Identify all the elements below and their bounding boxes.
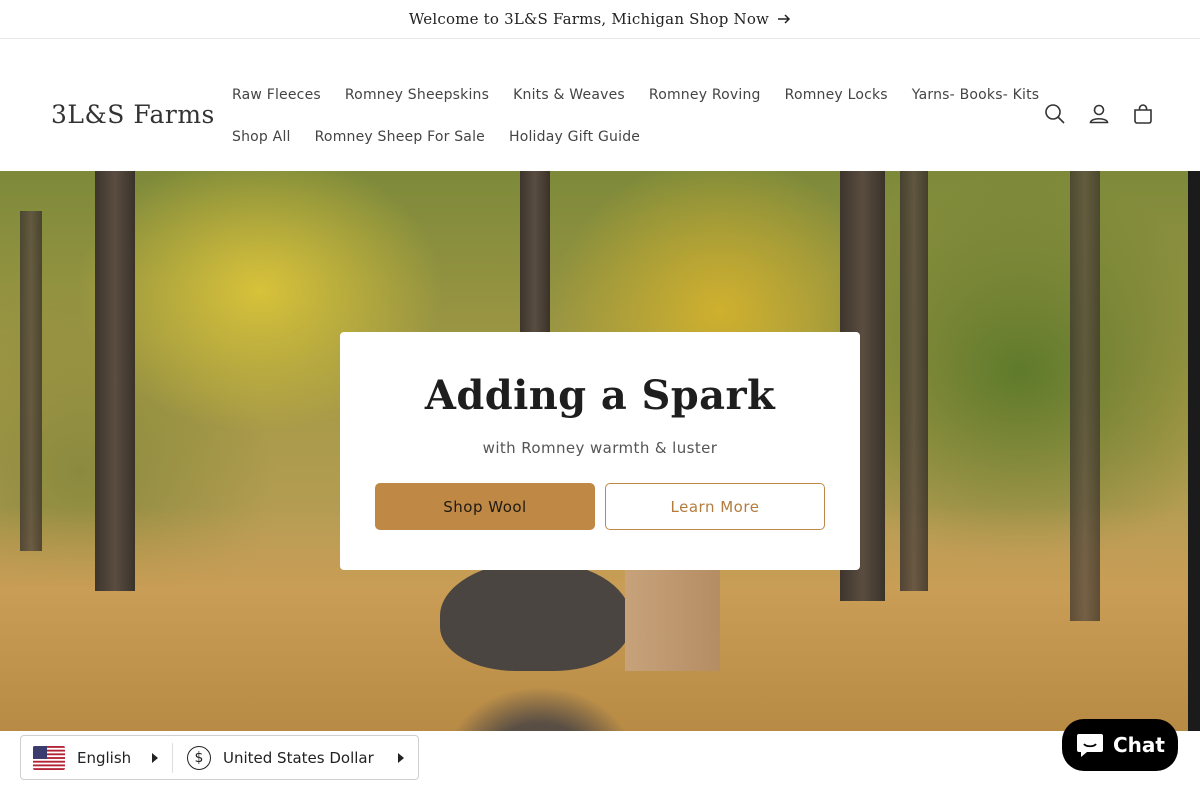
caret-right-icon: [152, 752, 158, 763]
learn-more-button[interactable]: Learn More: [605, 483, 825, 530]
main-nav: Raw Fleeces Romney Sheepskins Knits & We…: [220, 74, 1039, 158]
nav-item-yarns-books-kits[interactable]: Yarns- Books- Kits: [900, 87, 1051, 103]
announcement-text: Welcome to 3L&S Farms, Michigan Shop Now: [408, 10, 770, 28]
hero-title: Adding a Spark: [424, 372, 776, 419]
currency-selector[interactable]: $ United States Dollar: [173, 743, 418, 773]
cart-icon: [1134, 104, 1152, 124]
account-button[interactable]: [1087, 102, 1111, 126]
announcement-bar: Welcome to 3L&S Farms, Michigan Shop Now: [0, 0, 1200, 39]
tree-trunk: [520, 171, 550, 341]
nav-row-1: Raw Fleeces Romney Sheepskins Knits & We…: [220, 74, 1039, 116]
hero-card: Adding a Spark with Romney warmth & lust…: [340, 332, 860, 570]
site-logo[interactable]: 3L&S Farms: [51, 100, 215, 129]
nav-item-romney-sheepskins[interactable]: Romney Sheepskins: [333, 87, 501, 103]
shop-wool-button[interactable]: Shop Wool: [375, 483, 595, 530]
header-icons: [1043, 102, 1155, 126]
hero-banner: Adding a Spark with Romney warmth & lust…: [0, 171, 1200, 731]
sheep-silhouette: [440, 561, 630, 671]
announcement-link[interactable]: Welcome to 3L&S Farms, Michigan Shop Now: [409, 10, 791, 28]
hero-subtitle: with Romney warmth & luster: [482, 439, 718, 457]
language-selector[interactable]: English: [21, 742, 173, 773]
tree-trunk: [95, 171, 135, 591]
nav-item-romney-sheep-for-sale[interactable]: Romney Sheep For Sale: [303, 129, 497, 145]
nav-item-raw-fleeces[interactable]: Raw Fleeces: [220, 87, 333, 103]
search-icon: [1045, 104, 1065, 124]
nav-item-romney-roving[interactable]: Romney Roving: [637, 87, 773, 103]
tree-trunk: [1070, 171, 1100, 621]
us-flag-icon: [33, 745, 65, 770]
search-button[interactable]: [1043, 102, 1067, 126]
currency-label: United States Dollar: [223, 748, 374, 767]
dollar-icon: $: [187, 745, 211, 770]
nav-item-romney-locks[interactable]: Romney Locks: [773, 87, 900, 103]
language-label: English: [77, 748, 132, 767]
nav-item-shop-all[interactable]: Shop All: [220, 129, 303, 145]
account-icon: [1089, 104, 1109, 124]
nav-item-holiday-gift-guide[interactable]: Holiday Gift Guide: [497, 129, 652, 145]
site-header: 3L&S Farms Raw Fleeces Romney Sheepskins…: [0, 40, 1200, 171]
tree-trunk: [20, 211, 42, 551]
chat-label: Chat: [1113, 733, 1165, 757]
chat-button[interactable]: Chat: [1062, 719, 1178, 771]
nav-item-knits-weaves[interactable]: Knits & Weaves: [501, 87, 637, 103]
tree-trunk: [900, 171, 928, 591]
arrow-right-icon: [778, 14, 791, 24]
caret-right-icon: [398, 752, 404, 763]
locale-selectors: English $ United States Dollar: [20, 735, 419, 780]
nav-row-2: Shop All Romney Sheep For Sale Holiday G…: [220, 116, 1010, 158]
chat-bubble-icon: [1077, 734, 1103, 757]
cart-button[interactable]: [1131, 102, 1155, 126]
hero-edge: [1188, 171, 1200, 731]
